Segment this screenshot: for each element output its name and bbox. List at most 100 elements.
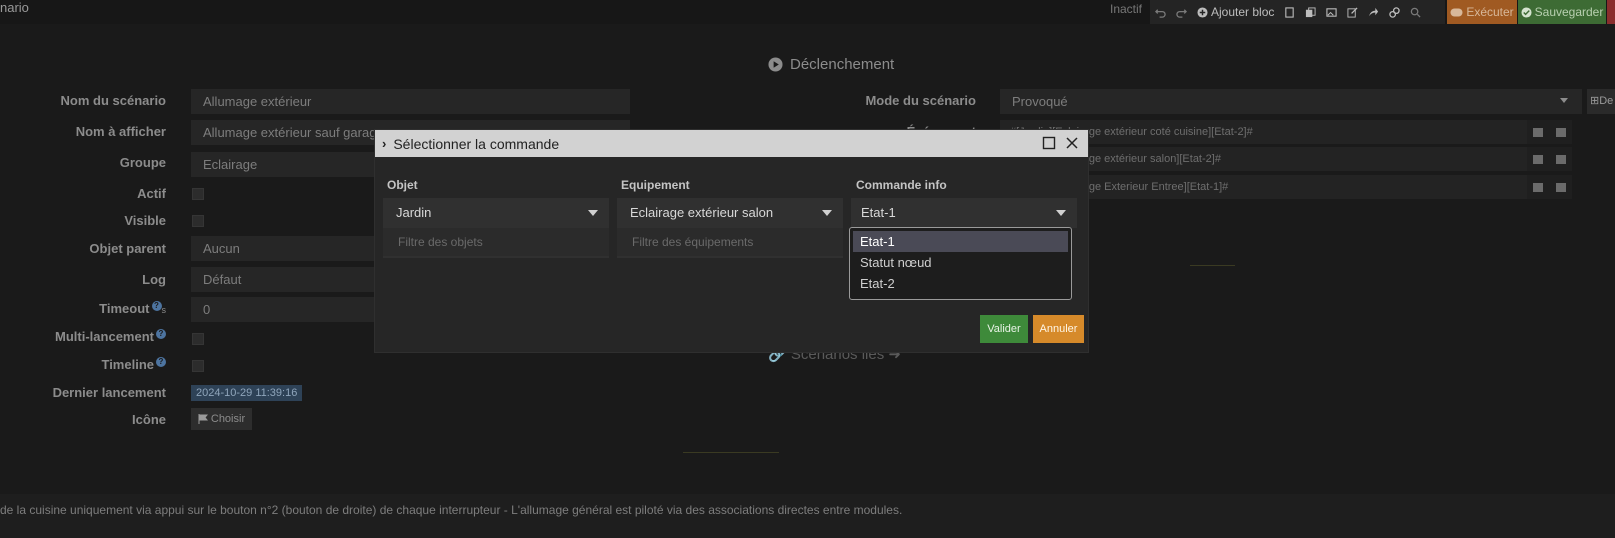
- command-select-value: Etat-1: [861, 205, 896, 220]
- active-checkbox[interactable]: [192, 188, 204, 200]
- caret-down-icon: [588, 210, 598, 216]
- visible-checkbox[interactable]: [192, 215, 204, 227]
- timeline-label: Timeline?: [0, 357, 166, 372]
- top-toolbar: nario Inactif Ajouter bloc Exécuter Sauv…: [0, 0, 1615, 24]
- list-icon[interactable]: [1533, 127, 1544, 137]
- caret-down-icon: [1560, 98, 1568, 103]
- trigger-row-actions: [1527, 147, 1572, 171]
- save-label: Sauvegarder: [1534, 5, 1604, 19]
- dropdown-option[interactable]: Statut nœud: [853, 252, 1068, 273]
- add-block-button[interactable]: Ajouter bloc: [1197, 5, 1274, 19]
- choose-icon-button[interactable]: Choisir: [191, 408, 252, 430]
- save-button[interactable]: Sauvegarder: [1518, 0, 1606, 24]
- timeline-checkbox[interactable]: [192, 360, 204, 372]
- dialog-header: › Sélectionner la commande: [375, 130, 1088, 157]
- help-icon[interactable]: ?: [156, 357, 166, 367]
- add-trigger-button[interactable]: ⊞De: [1587, 89, 1615, 114]
- share-icon[interactable]: [1368, 7, 1379, 18]
- validate-button[interactable]: Valider: [980, 315, 1028, 343]
- object-select-value: Jardin: [396, 205, 432, 220]
- caret-down-icon: [1056, 210, 1066, 216]
- flag-icon: [198, 414, 208, 424]
- chevron-right-icon: ›: [382, 136, 387, 151]
- check-circle-icon: [1521, 6, 1532, 18]
- list-icon[interactable]: [1533, 182, 1544, 192]
- command-column: Etat-1: [851, 198, 1077, 228]
- cancel-button[interactable]: Annuler: [1033, 315, 1084, 343]
- search-icon[interactable]: [1410, 7, 1421, 18]
- execute-label: Exécuter: [1466, 5, 1514, 19]
- command-select[interactable]: Etat-1: [851, 198, 1077, 228]
- visible-label: Visible: [124, 213, 166, 228]
- object-select[interactable]: Jardin: [383, 198, 609, 228]
- display-name-label: Nom à afficher: [75, 124, 166, 139]
- group-label: Groupe: [119, 155, 166, 170]
- dropdown-option[interactable]: Etat-1: [853, 231, 1068, 252]
- undo-icon[interactable]: [1155, 7, 1166, 18]
- remove-button[interactable]: [1607, 0, 1615, 24]
- object-column-label: Objet: [387, 178, 418, 192]
- multi-launch-text: Multi-lancement: [55, 329, 154, 344]
- mode-select[interactable]: Provoqué: [1000, 89, 1582, 114]
- active-label: Actif: [137, 186, 166, 201]
- image-icon[interactable]: [1326, 7, 1338, 18]
- caret-down-icon: [822, 210, 832, 216]
- add-trigger-label: De: [1599, 95, 1614, 107]
- equipment-filter-input[interactable]: Filtre des équipements: [617, 228, 843, 256]
- binoculars-icon[interactable]: [1555, 182, 1566, 192]
- last-run-badge: 2024-10-29 11:39:16: [191, 385, 303, 401]
- trigger-row-actions: [1527, 120, 1572, 144]
- execute-button[interactable]: Exécuter: [1447, 0, 1517, 24]
- multi-launch-checkbox[interactable]: [192, 333, 204, 345]
- binoculars-icon[interactable]: [1555, 154, 1566, 164]
- page-title: nario: [0, 0, 29, 15]
- trigger-section-title: Déclenchement: [768, 56, 894, 73]
- equipment-select-value: Eclairage extérieur salon: [630, 205, 774, 220]
- description-text: de la cuisine uniquement via appui sur l…: [0, 503, 903, 517]
- name-label: Nom du scénario: [60, 93, 166, 108]
- cogs-icon[interactable]: [1389, 6, 1401, 18]
- object-filter-input[interactable]: Filtre des objets: [383, 228, 609, 256]
- name-field[interactable]: Allumage extérieur: [191, 89, 630, 114]
- timeout-label-text: Timeout: [99, 301, 150, 316]
- edit-icon[interactable]: [1347, 6, 1358, 18]
- description-footer: de la cuisine uniquement via appui sur l…: [0, 494, 1615, 538]
- file-icon[interactable]: [1284, 6, 1295, 18]
- close-icon[interactable]: [1065, 136, 1079, 150]
- icon-label: Icône: [132, 412, 166, 427]
- multi-launch-label: Multi-lancement?: [0, 329, 166, 344]
- status-label: Inactif: [1110, 2, 1143, 16]
- add-block-label: Ajouter bloc: [1211, 5, 1275, 19]
- mode-value: Provoqué: [1012, 94, 1068, 109]
- trigger-row-actions: [1527, 175, 1572, 199]
- equipment-column-label: Equipement: [621, 178, 690, 192]
- equipment-column: Eclairage extérieur salon Filtre des équ…: [617, 198, 843, 258]
- command-dropdown-list: Etat-1 Statut nœud Etat-2: [849, 227, 1072, 300]
- trigger-title-text: Déclenchement: [790, 56, 895, 73]
- dialog-title: Sélectionner la commande: [393, 135, 560, 152]
- binoculars-icon[interactable]: [1555, 127, 1566, 137]
- choose-label: Choisir: [210, 413, 246, 425]
- gamepad-icon: [1450, 8, 1463, 16]
- list-icon[interactable]: [1533, 154, 1544, 164]
- divider: [683, 452, 779, 453]
- divider: [1190, 265, 1235, 266]
- select-command-dialog: › Sélectionner la commande Objet Jardin …: [374, 129, 1089, 353]
- play-circle-icon: [768, 57, 783, 72]
- redo-icon[interactable]: [1176, 7, 1187, 18]
- toolbar-actions: Ajouter bloc: [1150, 0, 1445, 24]
- timeout-label: Timeout? s: [0, 301, 166, 316]
- timeline-text: Timeline: [101, 357, 154, 372]
- timeout-unit: s: [161, 305, 167, 315]
- maximize-icon[interactable]: [1042, 136, 1056, 150]
- help-icon[interactable]: ?: [151, 301, 162, 311]
- mode-label: Mode du scénario: [865, 93, 976, 108]
- last-run-label: Dernier lancement: [52, 385, 166, 400]
- parent-object-label: Objet parent: [89, 241, 166, 256]
- dropdown-option[interactable]: Etat-2: [853, 273, 1068, 294]
- copy-icon[interactable]: [1305, 6, 1316, 18]
- help-icon[interactable]: ?: [156, 329, 166, 339]
- log-label: Log: [142, 272, 166, 287]
- equipment-select[interactable]: Eclairage extérieur salon: [617, 198, 843, 228]
- object-column: Jardin Filtre des objets: [383, 198, 609, 258]
